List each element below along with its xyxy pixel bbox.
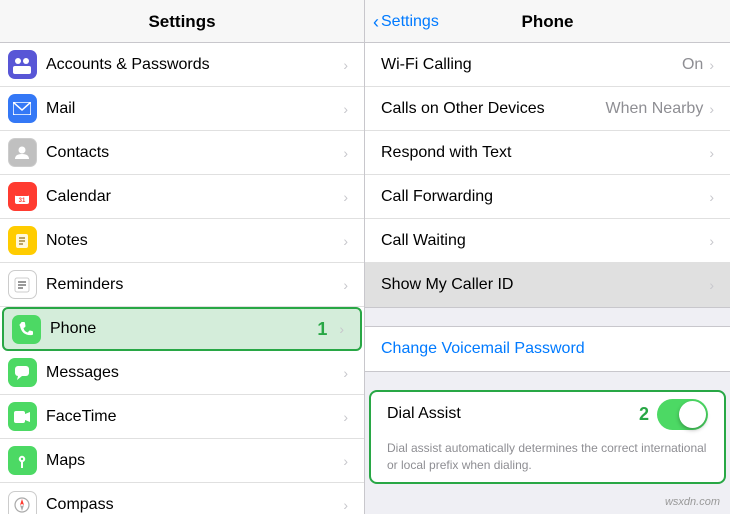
- maps-label: Maps: [46, 452, 339, 470]
- contacts-label: Contacts: [46, 144, 339, 162]
- section-gap-1: [365, 308, 730, 326]
- dial-assist-section: Dial Assist 2 Dial assist automatically …: [369, 390, 726, 484]
- left-panel: Settings Accounts & Passwords›Mail›Conta…: [0, 0, 365, 514]
- facetime-icon: [0, 395, 44, 439]
- settings-list: Accounts & Passwords›Mail›Contacts›31Cal…: [0, 43, 364, 514]
- calendar-chevron-icon: ›: [343, 189, 348, 205]
- sidebar-item-calendar[interactable]: 31 Calendar›: [0, 175, 364, 219]
- wifi-calling-value: On: [682, 56, 703, 74]
- back-button[interactable]: ‹ Settings: [373, 12, 439, 33]
- sidebar-item-notes[interactable]: Notes›: [0, 219, 364, 263]
- maps-icon: [0, 439, 44, 483]
- notes-icon: [0, 219, 44, 263]
- mail-icon: [0, 87, 44, 131]
- messages-label: Messages: [46, 364, 339, 382]
- call-waiting-chevron-icon: ›: [709, 233, 714, 249]
- reminders-label: Reminders: [46, 276, 339, 294]
- calls-other-devices-chevron-icon: ›: [709, 101, 714, 117]
- accounts-chevron-icon: ›: [343, 57, 348, 73]
- voicemail-item[interactable]: Change Voicemail Password: [365, 327, 730, 371]
- dial-assist-label: Dial Assist: [387, 405, 639, 423]
- wifi-calling-label: Wi-Fi Calling: [381, 56, 682, 74]
- respond-text-label: Respond with Text: [381, 144, 709, 162]
- left-title: Settings: [148, 12, 215, 31]
- toggle-knob: [679, 401, 706, 428]
- compass-chevron-icon: ›: [343, 497, 348, 513]
- sidebar-item-facetime[interactable]: FaceTime›: [0, 395, 364, 439]
- voicemail-section: Change Voicemail Password: [365, 326, 730, 372]
- accounts-icon: [0, 43, 44, 87]
- messages-chevron-icon: ›: [343, 365, 348, 381]
- phone-chevron-icon: ›: [339, 321, 344, 337]
- voicemail-label: Change Voicemail Password: [381, 340, 585, 358]
- contacts-chevron-icon: ›: [343, 145, 348, 161]
- calls-other-devices-label: Calls on Other Devices: [381, 100, 606, 118]
- calls-other-devices-value: When Nearby: [606, 100, 704, 118]
- right-header: ‹ Settings Phone: [365, 0, 730, 43]
- show-caller-id-label: Show My Caller ID: [381, 276, 709, 294]
- sidebar-item-accounts[interactable]: Accounts & Passwords›: [0, 43, 364, 87]
- right-item-call-waiting[interactable]: Call Waiting›: [365, 219, 730, 263]
- accounts-label: Accounts & Passwords: [46, 56, 339, 74]
- watermark: wsxdn.com: [665, 496, 720, 508]
- maps-chevron-icon: ›: [343, 453, 348, 469]
- reminders-icon: [0, 263, 44, 307]
- contacts-icon: [0, 131, 44, 175]
- show-caller-id-chevron-icon: ›: [709, 277, 714, 293]
- right-items-list: Wi-Fi CallingOn›Calls on Other DevicesWh…: [365, 43, 730, 308]
- facetime-chevron-icon: ›: [343, 409, 348, 425]
- mail-chevron-icon: ›: [343, 101, 348, 117]
- right-item-wifi-calling[interactable]: Wi-Fi CallingOn ›: [365, 43, 730, 87]
- reminders-chevron-icon: ›: [343, 277, 348, 293]
- back-label: Settings: [381, 13, 439, 31]
- compass-label: Compass: [46, 496, 339, 514]
- right-title: Phone: [522, 12, 574, 32]
- left-header: Settings: [0, 0, 364, 43]
- sidebar-item-maps[interactable]: Maps›: [0, 439, 364, 483]
- right-panel: ‹ Settings Phone Wi-Fi CallingOn›Calls o…: [365, 0, 730, 514]
- mail-label: Mail: [46, 100, 339, 118]
- sidebar-item-messages[interactable]: Messages›: [0, 351, 364, 395]
- dial-assist-badge: 2: [639, 404, 649, 425]
- calendar-label: Calendar: [46, 188, 339, 206]
- svg-text:31: 31: [19, 198, 26, 204]
- right-item-calls-other-devices[interactable]: Calls on Other DevicesWhen Nearby ›: [365, 87, 730, 131]
- notes-chevron-icon: ›: [343, 233, 348, 249]
- phone-icon: [4, 307, 48, 351]
- right-item-show-caller-id[interactable]: Show My Caller ID›: [365, 263, 730, 307]
- dial-assist-row: Dial Assist 2: [371, 392, 724, 436]
- right-item-call-forwarding[interactable]: Call Forwarding›: [365, 175, 730, 219]
- back-chevron-icon: ‹: [373, 12, 379, 33]
- messages-icon: [0, 351, 44, 395]
- compass-icon: [0, 483, 44, 514]
- facetime-label: FaceTime: [46, 408, 339, 426]
- sidebar-item-mail[interactable]: Mail›: [0, 87, 364, 131]
- right-item-respond-text[interactable]: Respond with Text›: [365, 131, 730, 175]
- sidebar-item-reminders[interactable]: Reminders›: [0, 263, 364, 307]
- respond-text-chevron-icon: ›: [709, 145, 714, 161]
- wifi-calling-chevron-icon: ›: [709, 57, 714, 73]
- calendar-icon: 31: [0, 175, 44, 219]
- call-forwarding-chevron-icon: ›: [709, 189, 714, 205]
- sidebar-item-compass[interactable]: Compass›: [0, 483, 364, 514]
- dial-assist-description: Dial assist automatically determines the…: [371, 436, 724, 482]
- phone-badge: 1: [317, 319, 327, 340]
- phone-label: Phone: [50, 320, 317, 338]
- sidebar-item-contacts[interactable]: Contacts›: [0, 131, 364, 175]
- notes-label: Notes: [46, 232, 339, 250]
- call-waiting-label: Call Waiting: [381, 232, 709, 250]
- sidebar-item-phone[interactable]: Phone1 ›: [2, 307, 362, 351]
- call-forwarding-label: Call Forwarding: [381, 188, 709, 206]
- dial-assist-toggle[interactable]: [657, 399, 708, 430]
